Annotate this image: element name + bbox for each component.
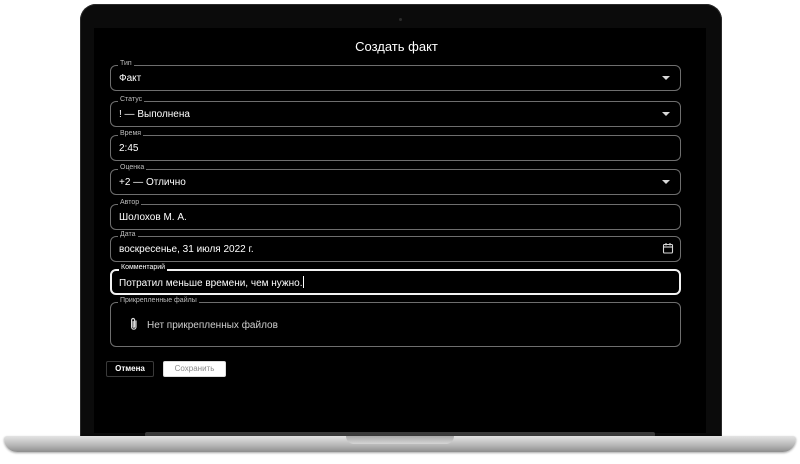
laptop-notch xyxy=(346,436,454,444)
chevron-down-icon[interactable] xyxy=(662,180,670,184)
paperclip-icon xyxy=(131,317,137,330)
grade-value: +2 — Отлично xyxy=(119,177,186,188)
grade-label: Оценка xyxy=(118,163,147,173)
grade-select[interactable]: Оценка +2 — Отлично xyxy=(110,163,681,195)
chevron-down-icon[interactable] xyxy=(662,112,670,116)
camera xyxy=(399,18,402,21)
type-select[interactable]: Тип Факт xyxy=(110,59,681,91)
attachments-label: Прикрепленные файлы xyxy=(118,296,199,306)
date-label: Дата xyxy=(118,230,138,240)
comment-text: Потратил меньше времени, чем нужно. xyxy=(119,278,303,289)
date-value: воскресенье, 31 июля 2022 г. xyxy=(119,244,254,255)
type-label: Тип xyxy=(118,59,134,69)
comment-label: Комментарий xyxy=(119,263,168,273)
status-label: Статус xyxy=(118,95,145,105)
attachments-empty-text: Нет прикрепленных файлов xyxy=(147,320,278,331)
chevron-down-icon[interactable] xyxy=(662,76,670,80)
date-picker[interactable]: Дата воскресенье, 31 июля 2022 г. xyxy=(110,230,681,262)
comment-input[interactable]: Комментарий Потратил меньше времени, чем… xyxy=(110,263,681,295)
save-button[interactable]: Сохранить xyxy=(163,361,226,377)
author-input[interactable]: Автор Шолохов М. А. xyxy=(110,198,681,230)
attachments-area[interactable]: Прикрепленные файлы Нет прикрепленных фа… xyxy=(110,296,681,347)
status-select[interactable]: Статус ! — Выполнена xyxy=(110,95,681,127)
status-value: ! — Выполнена xyxy=(119,109,190,120)
time-label: Время xyxy=(118,129,144,139)
calendar-icon[interactable] xyxy=(662,242,674,254)
time-input[interactable]: Время 2:45 xyxy=(110,129,681,161)
time-value: 2:45 xyxy=(119,143,139,154)
dialog-create-fact: Создать факт Тип Факт Статус ! — Выполне… xyxy=(94,28,706,433)
text-caret xyxy=(303,276,305,288)
dialog-title: Создать факт xyxy=(355,39,438,54)
author-label: Автор xyxy=(118,198,142,208)
type-value: Факт xyxy=(119,73,142,84)
comment-value: Потратил меньше времени, чем нужно. xyxy=(119,276,305,290)
cancel-button[interactable]: Отмена xyxy=(106,361,154,377)
author-value: Шолохов М. А. xyxy=(119,212,187,223)
